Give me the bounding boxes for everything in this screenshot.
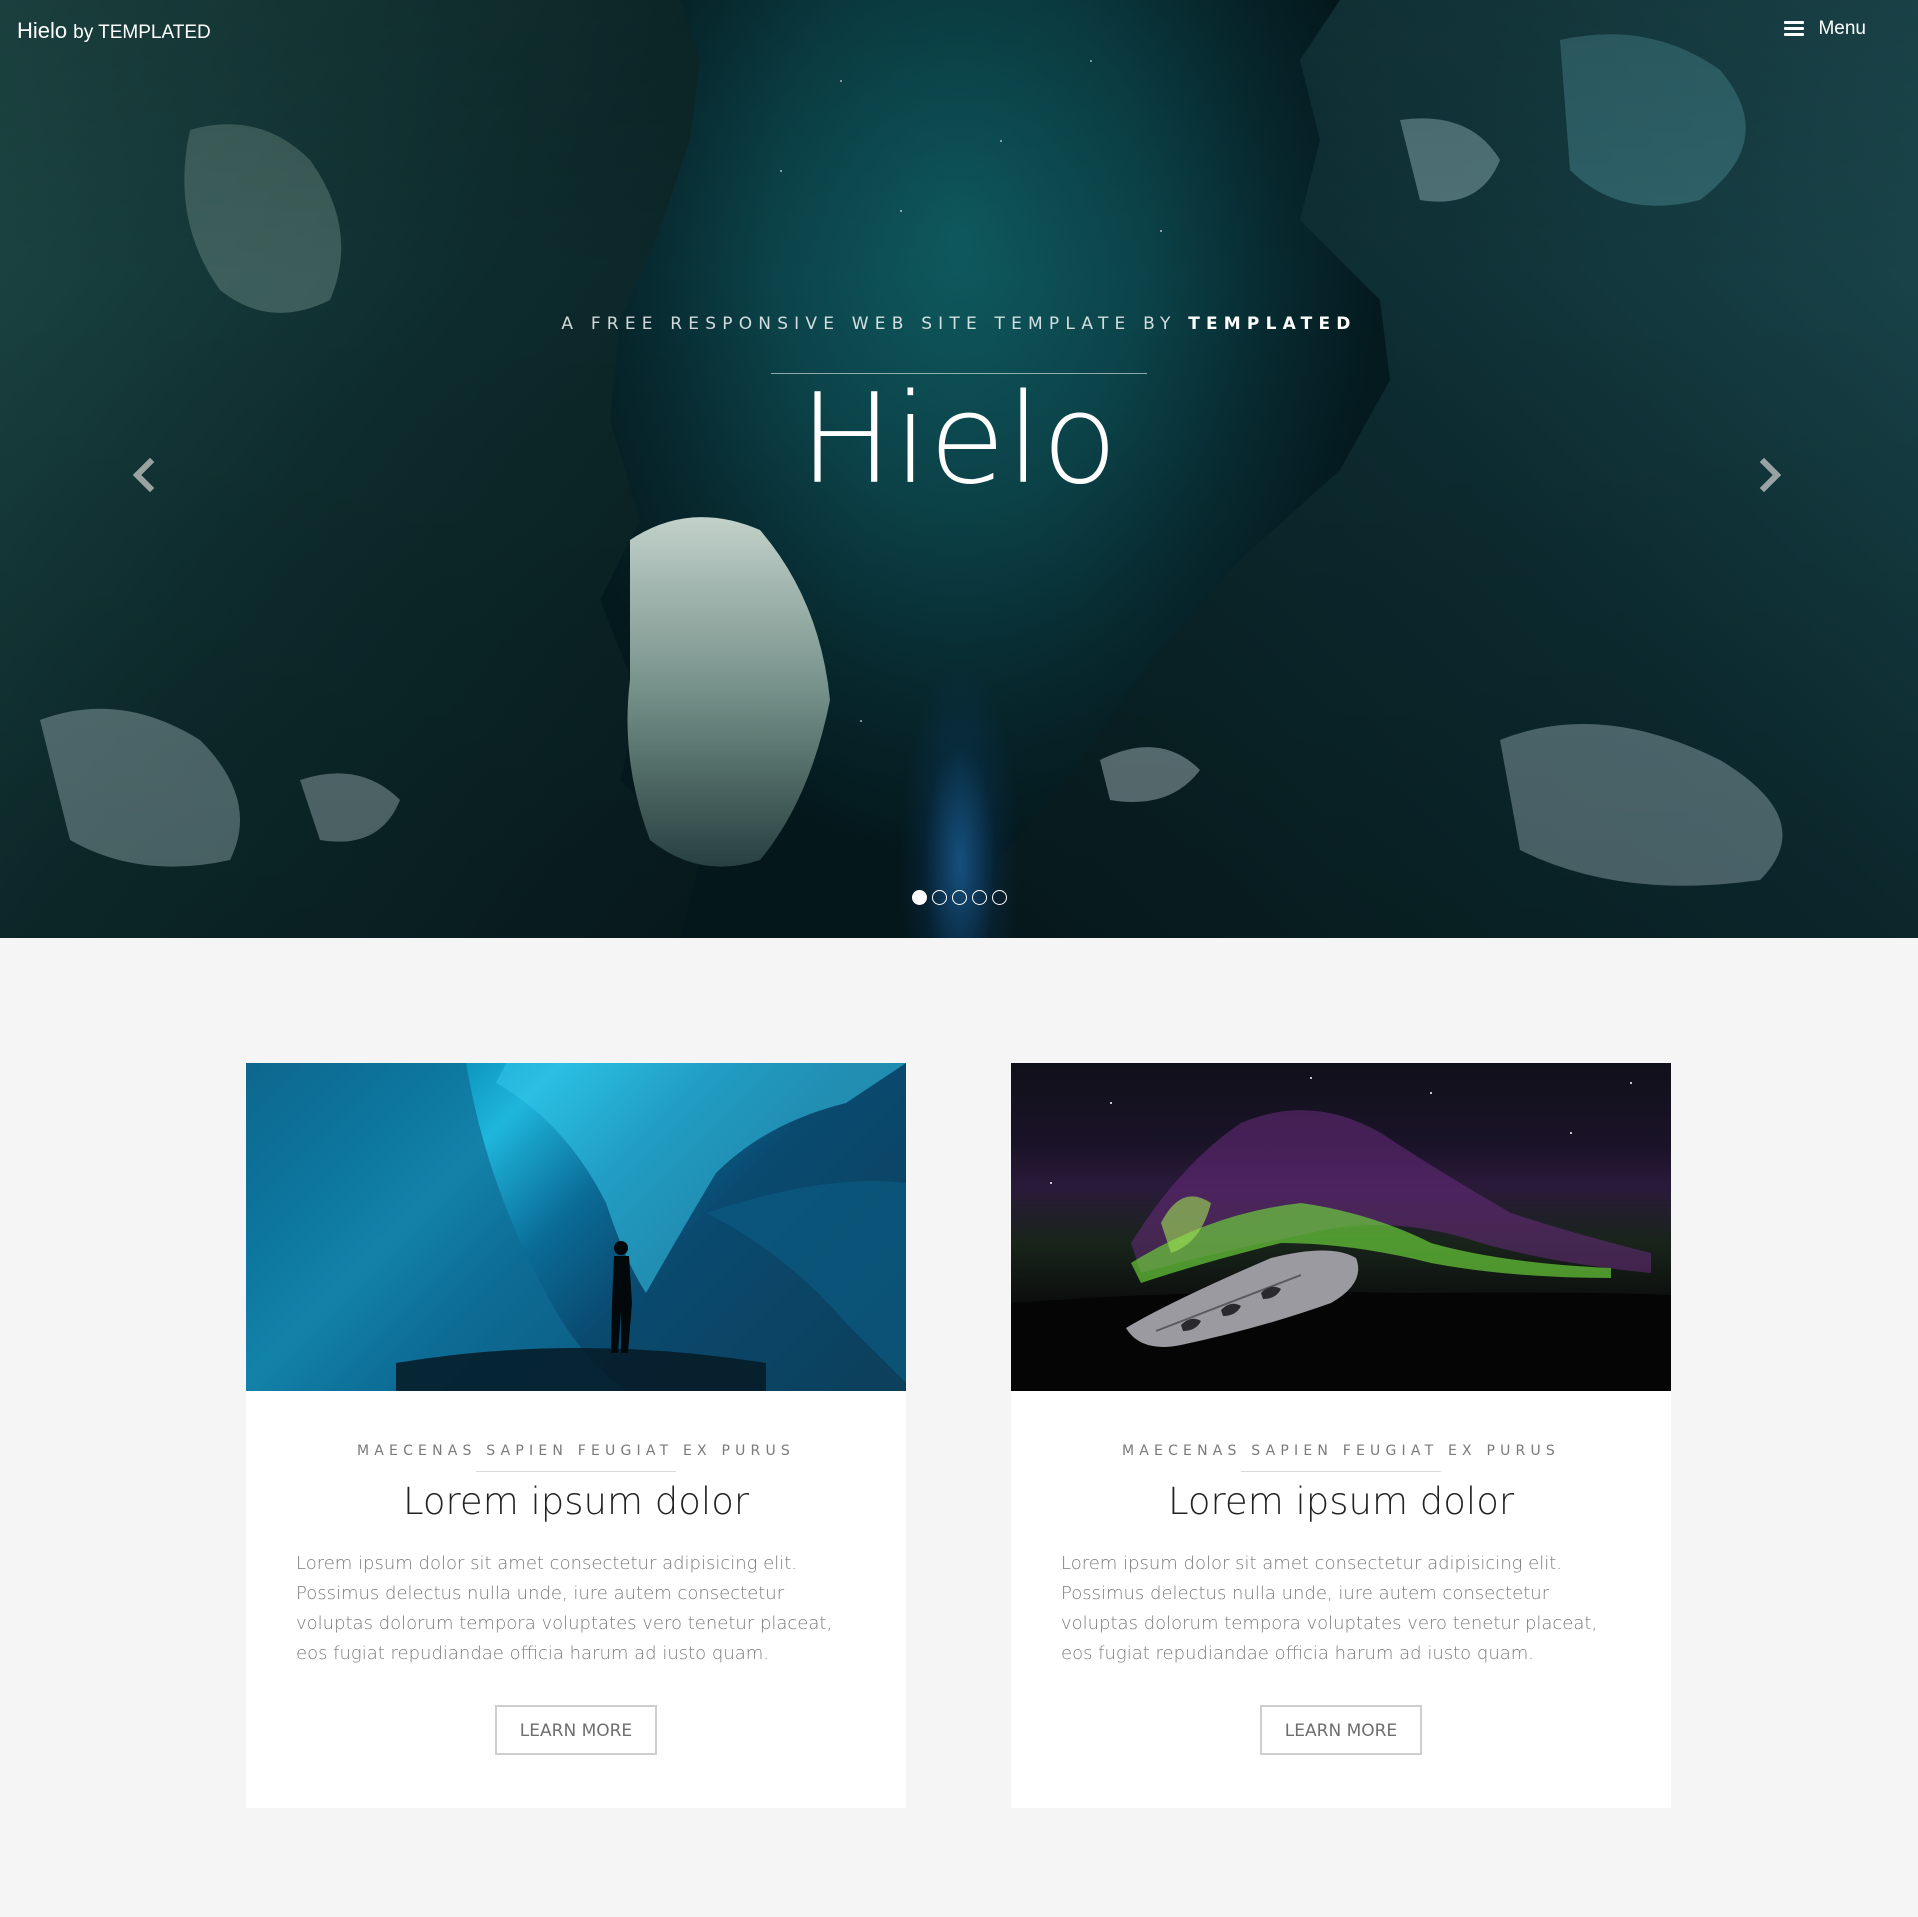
card-divider [1241,1471,1441,1472]
slider-pagination [0,890,1918,905]
hero-subtitle: A FREE RESPONSIVE WEB SITE TEMPLATE BY T… [0,314,1918,334]
logo-by: by TEMPLATED [73,22,211,43]
menu-label: Menu [1818,18,1866,39]
slider-prev-button[interactable] [128,457,162,493]
learn-more-button[interactable]: LEARN MORE [495,1705,657,1755]
slider-next-button[interactable] [1752,457,1786,493]
card-title: Lorem ipsum dolor [1167,1480,1515,1523]
hero-subtitle-strong: TEMPLATED [1188,314,1357,334]
feature-card: MAECENAS SAPIEN FEUGIAT EX PURUS Lorem i… [246,1063,906,1808]
card-divider [476,1471,676,1472]
chevron-left-icon [132,457,155,493]
aurora-plane-photo [1011,1063,1671,1391]
hamburger-icon [1784,21,1805,37]
slide-dot-2[interactable] [931,890,947,905]
logo-name: Hielo [17,18,68,43]
ice-cave-photo [246,1063,906,1391]
menu-button[interactable]: Menu [1784,18,1866,40]
learn-more-button[interactable]: LEARN MORE [1260,1705,1422,1755]
slide-dot-4[interactable] [971,890,987,905]
card-text: Lorem ipsum dolor sit amet consectetur a… [1061,1553,1598,1664]
card-eyebrow: MAECENAS SAPIEN FEUGIAT EX PURUS [356,1443,796,1459]
feature-card: MAECENAS SAPIEN FEUGIAT EX PURUS Lorem i… [1011,1063,1671,1808]
site-header: Hielo by TEMPLATED Menu [0,0,1918,62]
slide-dot-5[interactable] [991,890,1007,905]
hero-title: Hielo [799,368,1119,512]
hero-subtitle-prefix: A FREE RESPONSIVE WEB SITE TEMPLATE BY [561,314,1189,334]
card-title: Lorem ipsum dolor [402,1480,750,1523]
hero-slider: Hielo by TEMPLATED Menu A FREE RESPONSIVE… [0,0,1918,938]
slide-dot-1[interactable] [911,890,927,905]
slide-dot-3[interactable] [951,890,967,905]
site-logo[interactable]: Hielo by TEMPLATED [17,18,211,44]
card-eyebrow: MAECENAS SAPIEN FEUGIAT EX PURUS [1121,1443,1561,1459]
chevron-right-icon [1759,457,1782,493]
card-text: Lorem ipsum dolor sit amet consectetur a… [296,1553,833,1664]
